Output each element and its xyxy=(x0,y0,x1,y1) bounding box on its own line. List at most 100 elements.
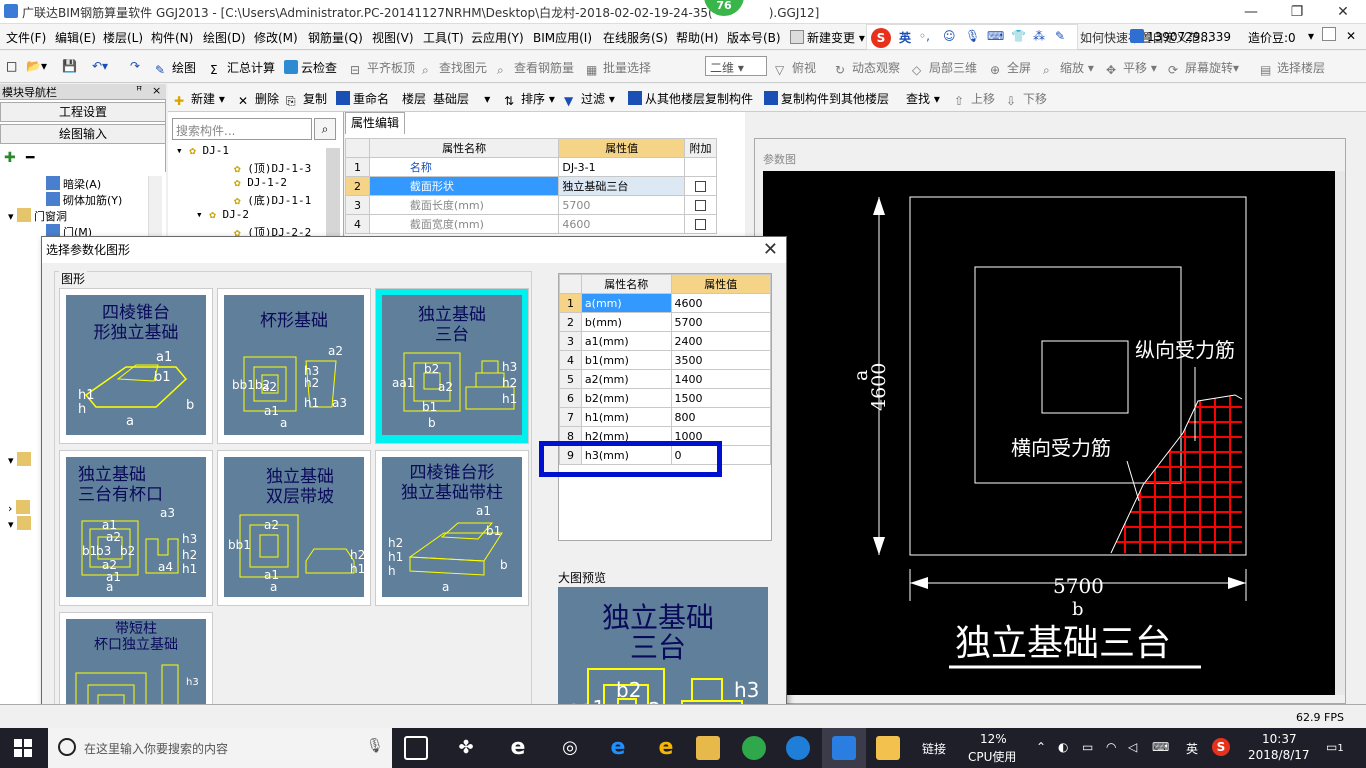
dynamic-view-button[interactable]: ↻ 动态观察 xyxy=(835,59,900,77)
table-row[interactable]: 2 b(mm) 5700 xyxy=(559,312,772,332)
menu-bim[interactable]: BIM应用(I) xyxy=(533,29,592,46)
save-icon[interactable]: 💾 xyxy=(62,59,77,73)
pan-button[interactable]: ✥ 平移 ▾ xyxy=(1106,59,1157,77)
ime-lang[interactable]: 英 xyxy=(899,29,911,46)
file-explorer-icon[interactable] xyxy=(696,736,720,760)
param-scrollbar[interactable] xyxy=(1335,171,1345,695)
top-view-button[interactable]: ▽ 俯视 xyxy=(775,59,816,77)
tray-expand-icon[interactable]: ⌃ xyxy=(1036,740,1046,754)
browser-360-icon[interactable] xyxy=(742,736,766,760)
ggj-app-icon[interactable] xyxy=(832,736,856,760)
sum-button[interactable]: Σ 汇总计算 xyxy=(210,59,275,77)
mic-icon[interactable]: 🎙 xyxy=(965,29,980,43)
zoom-button[interactable]: ⌕ 缩放 ▾ xyxy=(1043,59,1094,77)
menu-file[interactable]: 文件(F) xyxy=(6,29,46,46)
expand-all-icon[interactable]: ✚ xyxy=(4,150,16,166)
menu-version[interactable]: 版本号(B) xyxy=(727,29,781,46)
shirt-icon[interactable]: 👕 xyxy=(1011,29,1026,43)
shape-tile-three-step[interactable]: 独立基础 三台 aa1 b2 a2 b1 b h3 h2 h1 xyxy=(375,288,529,444)
mic-icon[interactable]: 🎙 xyxy=(366,738,384,754)
drawing-input-button[interactable]: 绘图输入 xyxy=(0,124,166,144)
tray-wifi-icon[interactable]: ◠ xyxy=(1106,740,1116,754)
copy-button[interactable]: ⎘ 复制 xyxy=(286,90,327,108)
notes-app-icon[interactable] xyxy=(876,736,900,760)
batch-select-button[interactable]: ▦ 批量选择 xyxy=(586,59,651,77)
glodon-g-icon[interactable] xyxy=(786,736,810,760)
table-row[interactable]: 3 截面长度(mm) 5700 xyxy=(345,195,717,215)
credit-arrow-icon[interactable]: ▾ xyxy=(1308,29,1314,43)
nav-folder-1[interactable]: ▾ xyxy=(8,452,34,467)
emoji-icon[interactable]: ☺ xyxy=(943,29,956,43)
shape-tile-three-step-cup[interactable]: 独立基础 三台有杯口 a1 a2 b1 b3 b2 a2 a1 a a3 a4 h3 h2 h1 xyxy=(59,450,213,606)
rotate-button[interactable]: ⟳ 屏幕旋转▾ xyxy=(1168,59,1239,77)
menu-draw[interactable]: 绘图(D) xyxy=(203,29,246,46)
close-button[interactable]: ✕ xyxy=(1320,0,1366,24)
select-floor-button[interactable]: ▤ 选择楼层 xyxy=(1260,59,1325,77)
menu-online[interactable]: 在线服务(S) xyxy=(603,29,668,46)
menu-help[interactable]: 帮助(H) xyxy=(676,29,718,46)
table-row[interactable]: 6 b2(mm) 1500 xyxy=(559,388,772,408)
tree-item-dj1-3[interactable]: ✿ (顶)DJ-1-3 xyxy=(234,160,311,176)
tree-item-dj1-2[interactable]: ✿ DJ-1-2 xyxy=(234,176,287,189)
copy-from-floor-button[interactable]: 从其他楼层复制构件 xyxy=(628,90,753,107)
menu-tools[interactable]: 工具(T) xyxy=(423,29,464,46)
menu-edit[interactable]: 编辑(E) xyxy=(55,29,96,46)
pin-icon[interactable]: ꟸ xyxy=(136,84,142,97)
close-doc-icon[interactable]: ✕ xyxy=(1346,29,1356,43)
table-row[interactable]: 5 a2(mm) 1400 xyxy=(559,369,772,389)
table-row[interactable]: 2 截面形状 独立基础三台 xyxy=(345,176,717,196)
copy-to-floor-button[interactable]: 复制构件到其他楼层 xyxy=(764,90,889,107)
user-account[interactable]: 13907298339 xyxy=(1130,29,1231,44)
restore-button[interactable]: ❐ xyxy=(1274,0,1320,24)
find-button[interactable]: 查找 ▾ xyxy=(906,90,940,107)
tree-item-dj1[interactable]: ▾ ✿ DJ-1 xyxy=(176,144,229,157)
collapse-all-icon[interactable]: ━ xyxy=(26,150,34,166)
table-row[interactable]: 4 b1(mm) 3500 xyxy=(559,350,772,370)
flat-board-button[interactable]: ⊟ 平齐板顶 xyxy=(350,59,415,77)
keyboard-icon[interactable]: ⌨ xyxy=(987,29,1004,43)
fan-app-icon[interactable]: ✤ xyxy=(454,736,478,760)
checkbox[interactable] xyxy=(695,200,706,211)
tree-item-dj2[interactable]: ▾ ✿ DJ-2 xyxy=(196,208,249,221)
local-3d-button[interactable]: ◇ 局部三维 xyxy=(912,59,977,77)
ie-edge-legacy-icon[interactable]: e xyxy=(506,736,530,760)
cloud-check-button[interactable]: 云检查 xyxy=(284,59,337,76)
minimize-button[interactable]: — xyxy=(1228,0,1274,24)
settings-icon[interactable]: ✎ xyxy=(1055,29,1065,43)
open-folder-icon[interactable]: 📂▾ xyxy=(26,59,47,73)
tree-item-dj1-1[interactable]: ✿ (底)DJ-1-1 xyxy=(234,192,311,208)
menu-new-change[interactable]: 新建变更 ▾ xyxy=(790,29,865,46)
shape-tile-cup[interactable]: 杯形基础 bb1b2 a2 a1 a h3 h2 h1 a2 a3 xyxy=(217,288,371,444)
table-row[interactable]: 1 a(mm) 4600 xyxy=(559,293,772,313)
fullscreen-button[interactable]: ⊕ 全屏 xyxy=(990,59,1031,77)
checkbox[interactable] xyxy=(695,181,706,192)
tray-power-icon[interactable]: ◐ xyxy=(1058,740,1068,754)
shape-tile-pyramid[interactable]: 四棱锥台 形独立基础 a1 b1 h1 h a b xyxy=(59,288,213,444)
delete-button[interactable]: ✕ 删除 xyxy=(238,90,279,108)
dialog-close-icon[interactable]: ✕ xyxy=(763,239,778,260)
edge-icon[interactable]: e xyxy=(606,736,630,760)
new-file-icon[interactable]: □ xyxy=(6,59,17,73)
panel-toggle-icon[interactable] xyxy=(1322,27,1336,41)
component-search-input[interactable]: 搜索构件... xyxy=(172,118,312,140)
tray-sogou-icon[interactable]: S xyxy=(1212,738,1230,756)
tray-keyboard-icon[interactable]: ⌨ xyxy=(1152,740,1169,754)
floor-select[interactable]: 基础层 ▾ xyxy=(433,90,490,107)
menu-component[interactable]: 构件(N) xyxy=(151,29,193,46)
ie-icon[interactable]: e xyxy=(654,736,678,760)
nav-close-icon[interactable]: × xyxy=(152,84,161,97)
tab-property-edit[interactable]: 属性编辑 xyxy=(345,112,405,134)
task-view-icon[interactable] xyxy=(404,736,428,760)
nav-item-door-window[interactable]: ▾ 门窗洞 xyxy=(8,208,67,224)
redo-icon[interactable]: ↷ xyxy=(130,59,140,73)
menu-modify[interactable]: 修改(M) xyxy=(254,29,298,46)
menu-rebar[interactable]: 钢筋量(Q) xyxy=(308,29,363,46)
action-center-icon[interactable]: ▭1 xyxy=(1326,740,1344,754)
tray-network-icon[interactable]: ▭ xyxy=(1082,740,1093,754)
undo-icon[interactable]: ↶▾ xyxy=(92,59,108,73)
apps-icon[interactable]: ⁂ xyxy=(1033,29,1045,43)
rename-button[interactable]: 重命名 xyxy=(336,90,389,107)
new-component-button[interactable]: ✚ 新建 ▾ xyxy=(174,90,225,108)
menu-floor[interactable]: 楼层(L) xyxy=(103,29,143,46)
table-row[interactable]: 7 h1(mm) 800 xyxy=(559,407,772,427)
